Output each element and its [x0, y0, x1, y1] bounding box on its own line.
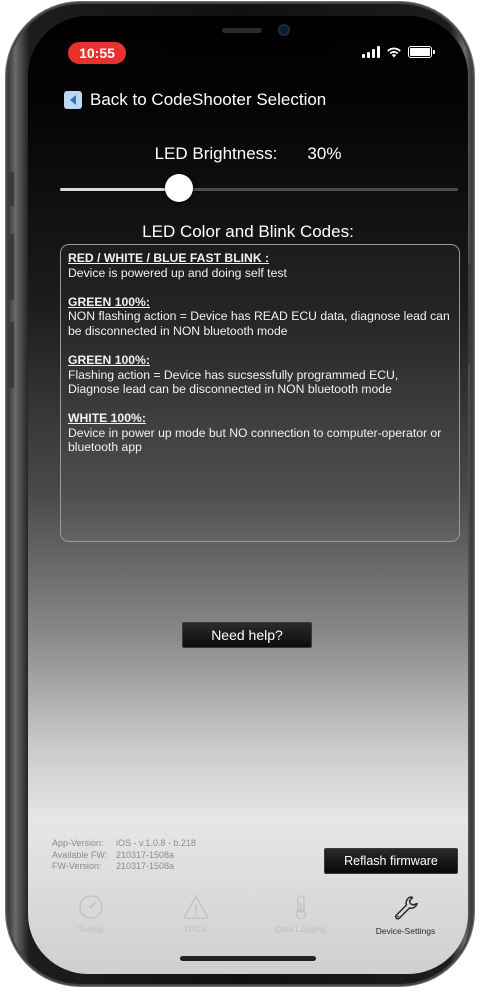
screen: 10:55 Back to CodeShooter Selection LED …	[28, 16, 468, 974]
need-help-button[interactable]: Need help?	[182, 622, 312, 648]
gauge-icon	[78, 895, 103, 919]
fw-version-row: FW-Version: 210317-1508a	[52, 861, 196, 873]
slider-fill	[60, 188, 180, 191]
volume-up-button	[8, 234, 14, 300]
code-heading: WHITE 100%:	[68, 411, 146, 426]
tab-bar: Tuning DTCs Data Logging Device-Settings	[28, 890, 468, 946]
app-version-row: App-Version: iOS - v.1.0.8 - b.218	[52, 838, 196, 850]
code-text: Device is powered up and doing self test	[68, 265, 287, 280]
status-time: 10:55	[68, 42, 126, 64]
front-camera	[278, 24, 290, 36]
reflash-firmware-button[interactable]: Reflash firmware	[324, 848, 458, 874]
code-heading: GREEN 100%:	[68, 352, 150, 367]
brightness-value: 30%	[307, 144, 342, 163]
brightness-label: LED Brightness:	[154, 144, 278, 163]
tab-label: Device-Settings	[375, 926, 436, 936]
available-fw-row: Available FW: 210317-1508a	[52, 850, 196, 862]
fw-version-value: 210317-1508a	[116, 861, 175, 871]
tab-label: Tuning	[77, 924, 104, 934]
version-info: App-Version: iOS - v.1.0.8 - b.218 Avail…	[52, 838, 196, 873]
tab-label: Data Logging	[275, 924, 326, 934]
wifi-icon	[387, 47, 401, 58]
thermometer-icon	[295, 895, 306, 920]
back-to-selection-button[interactable]: Back to CodeShooter Selection	[64, 90, 326, 110]
brightness-row: LED Brightness: 30%	[28, 144, 468, 164]
cellular-signal-icon	[362, 46, 380, 58]
tab-dtcs[interactable]: DTCs	[146, 894, 246, 934]
codes-box: RED / WHITE / BLUE FAST BLINK : Device i…	[60, 244, 460, 542]
app-version-value: iOS - v.1.0.8 - b.218	[116, 838, 196, 848]
wrench-icon	[394, 896, 418, 920]
back-label: Back to CodeShooter Selection	[90, 90, 327, 109]
code-text: Flashing action = Device has sucsessfull…	[68, 367, 399, 397]
status-icons	[362, 46, 435, 58]
code-entry-2: GREEN 100%: NON flashing action = Device…	[68, 295, 453, 339]
notch	[160, 16, 336, 54]
phone-frame: 10:55 Back to CodeShooter Selection LED …	[6, 2, 474, 986]
codes-title: LED Color and Blink Codes:	[142, 222, 354, 241]
code-text: Device in power up mode but NO connectio…	[68, 425, 442, 455]
code-heading: RED / WHITE / BLUE FAST BLINK :	[68, 251, 270, 265]
code-entry-1: RED / WHITE / BLUE FAST BLINK : Device i…	[68, 251, 453, 280]
slider-thumb[interactable]	[165, 174, 194, 202]
tab-label: DTCs	[184, 924, 207, 934]
tab-device-settings[interactable]: Device-Settings	[356, 894, 456, 936]
available-fw-label: Available FW:	[52, 849, 108, 860]
mute-switch	[8, 172, 14, 206]
code-text: NON flashing action = Device has READ EC…	[68, 309, 450, 338]
app-version-label: App-Version:	[52, 838, 104, 848]
home-indicator[interactable]	[180, 956, 316, 961]
warning-icon	[182, 895, 209, 919]
back-arrow-icon	[64, 91, 82, 109]
speaker-grille	[222, 28, 262, 33]
fw-version-label: FW-Version:	[52, 861, 102, 871]
battery-icon	[408, 46, 435, 58]
code-heading: GREEN 100%:	[68, 294, 150, 309]
tab-tuning[interactable]: Tuning	[41, 894, 141, 934]
volume-down-button	[8, 322, 14, 388]
code-entry-4: WHITE 100%: Device in power up mode but …	[68, 411, 453, 455]
tab-data-logging[interactable]: Data Logging	[251, 894, 351, 934]
brightness-slider[interactable]	[60, 174, 458, 202]
code-entry-3: GREEN 100%: Flashing action = Device has…	[68, 353, 453, 397]
available-fw-value: 210317-1508a	[116, 849, 175, 860]
